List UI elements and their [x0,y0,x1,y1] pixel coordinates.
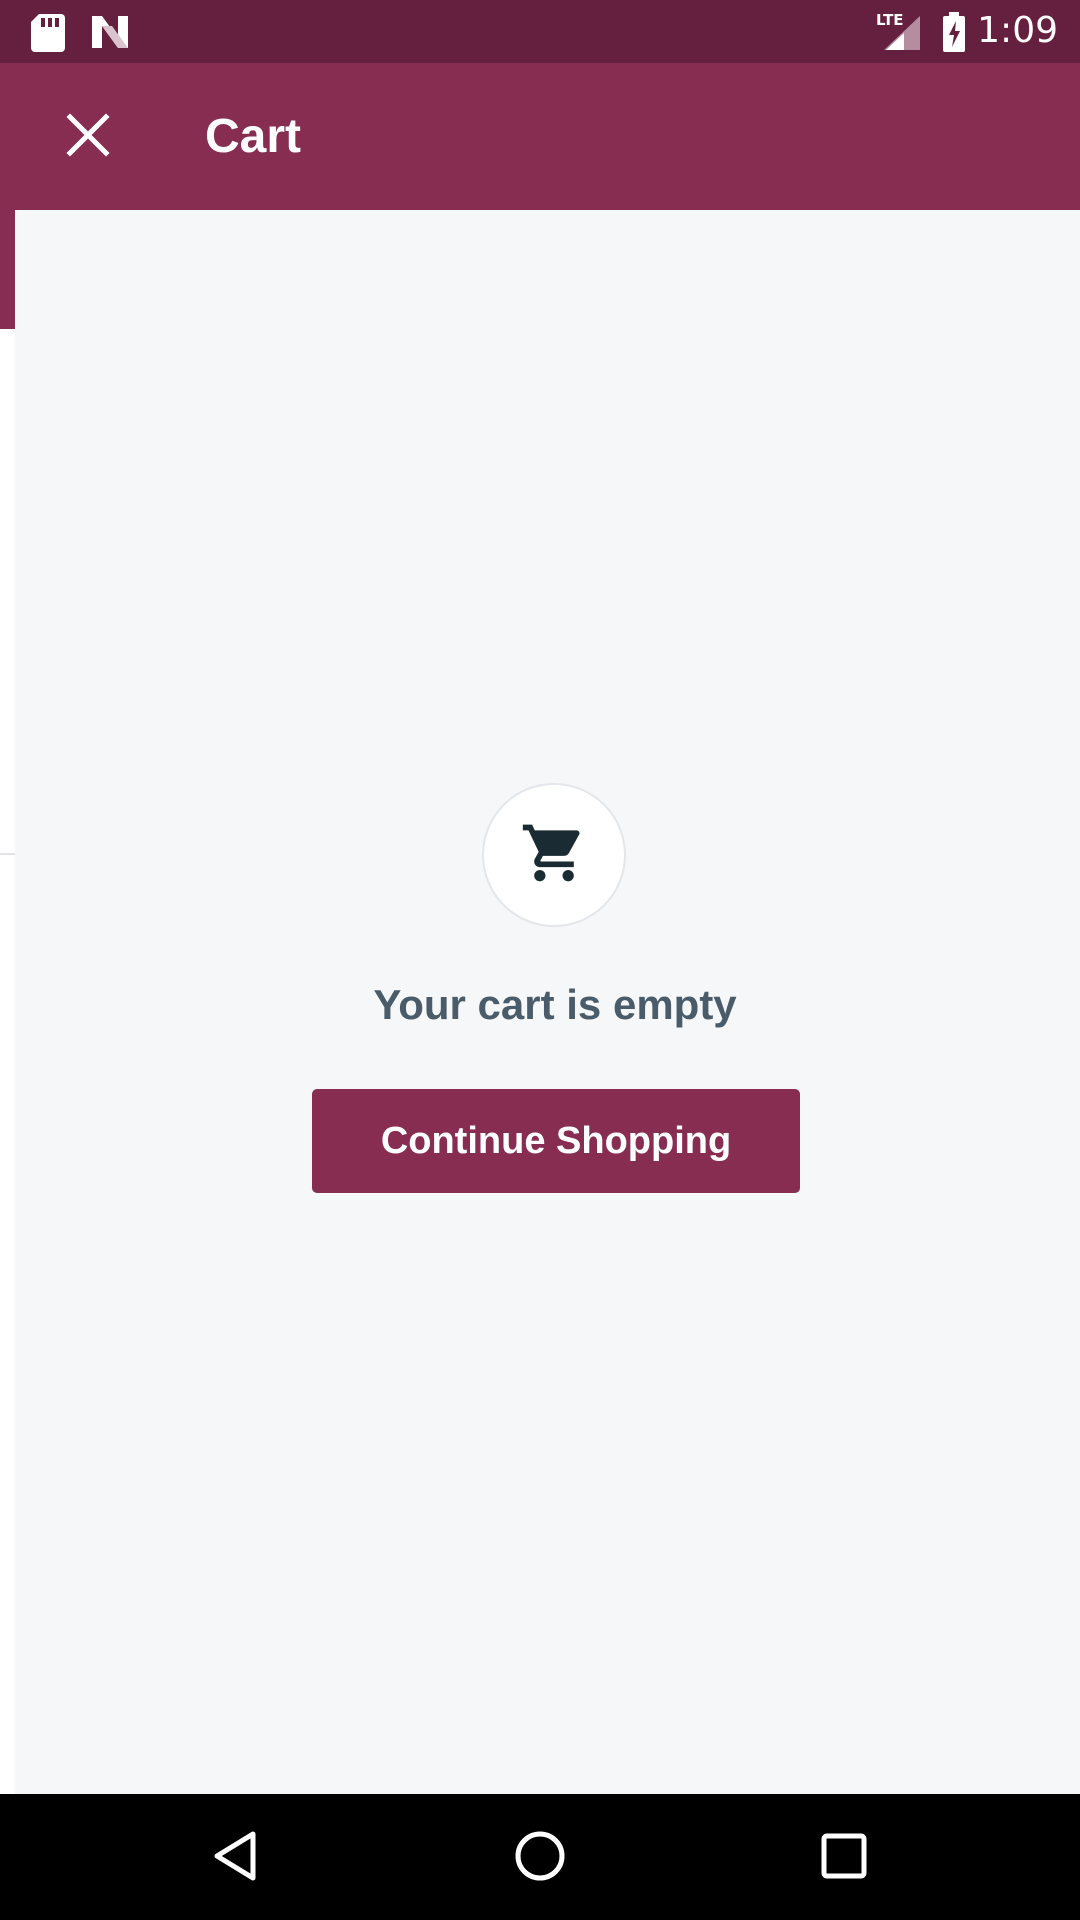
recents-icon [816,1828,872,1889]
navigation-bar [0,1794,1080,1920]
home-button[interactable] [504,1822,576,1894]
back-button[interactable] [200,1822,272,1894]
empty-cart-badge [482,783,626,927]
lte-signal-icon: LTE [876,10,924,54]
close-button[interactable] [56,105,120,169]
home-icon [512,1828,568,1889]
close-icon [66,112,110,162]
battery-charging-icon [940,10,968,54]
status-bar: LTE 1:09 [0,0,1080,63]
app-bar: Cart [0,63,1080,210]
continue-shopping-button[interactable]: Continue Shopping [312,1089,800,1193]
n-logo-icon [88,10,132,54]
sd-card-icon [26,10,70,54]
back-icon [208,1828,264,1889]
shopping-cart-icon [520,819,588,892]
cart-sheet [15,63,1080,1794]
empty-cart-message: Your cart is empty [373,981,737,1028]
status-time: 1:09 [977,10,1058,51]
svg-text:LTE: LTE [876,11,904,29]
recents-button[interactable] [808,1822,880,1894]
page-title: Cart [205,110,302,163]
background-page-divider [0,853,16,855]
